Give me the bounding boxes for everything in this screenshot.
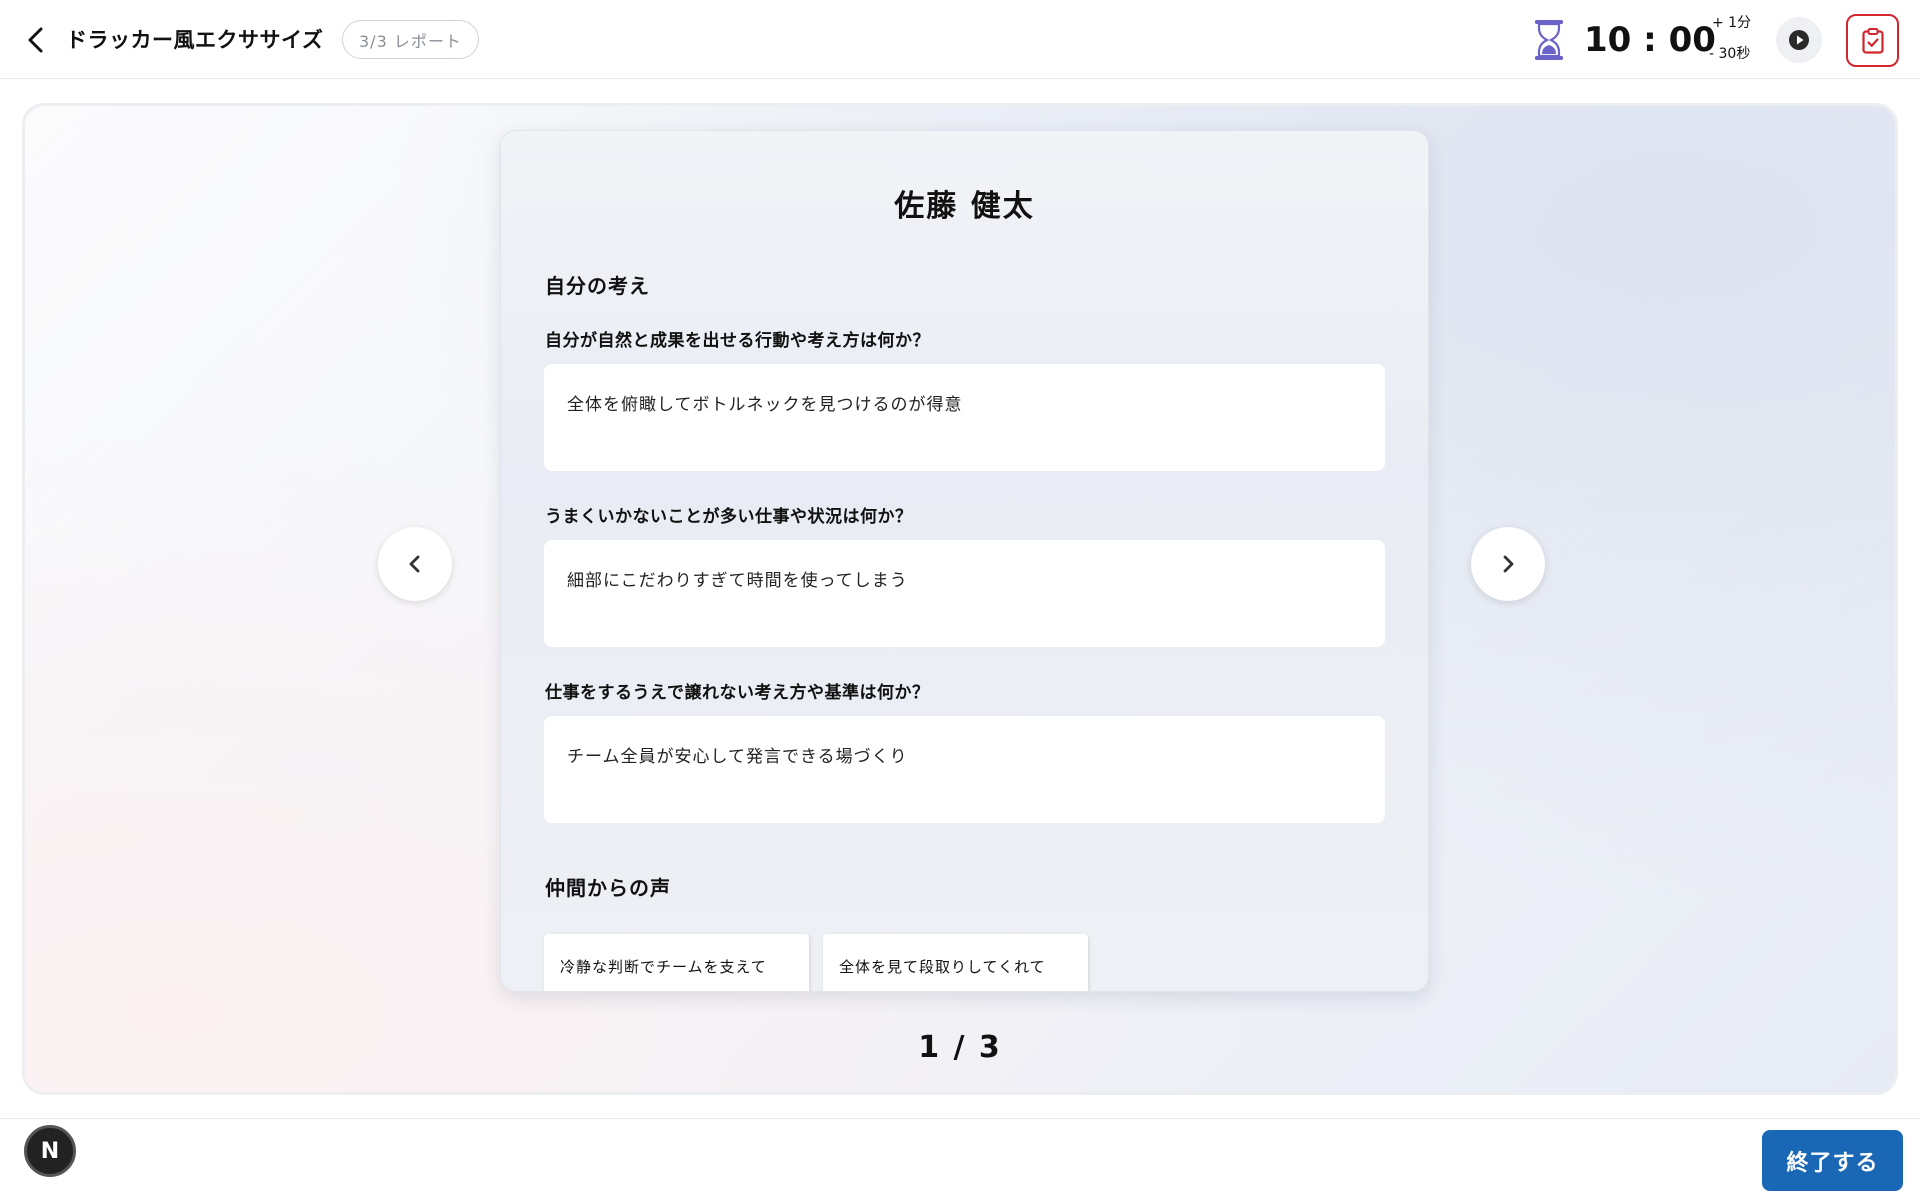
subtract-time-button[interactable]: - 30秒 xyxy=(1709,43,1750,63)
peer-section-heading: 仲間からの声 xyxy=(545,876,671,900)
report-button[interactable] xyxy=(1846,14,1899,67)
hourglass-icon xyxy=(1535,20,1563,60)
report-card[interactable]: 佐藤 健太 自分の考え 自分が自然と成果を出せる行動や考え方は何か？ 全体を俯瞰… xyxy=(500,130,1429,992)
timer-display: 10 : 00 xyxy=(1584,20,1716,60)
chevron-left-icon xyxy=(28,27,43,53)
answer-box: 細部にこだわりすぎて時間を使ってしまう xyxy=(544,540,1385,647)
peer-voice-card: 冷静な判断でチームを支えて xyxy=(544,934,809,991)
finish-button[interactable]: 終了する xyxy=(1762,1130,1903,1191)
answer-box: 全体を俯瞰してボトルネックを見つけるのが得意 xyxy=(544,364,1385,471)
add-time-button[interactable]: + 1分 xyxy=(1712,12,1751,32)
dev-tools-badge[interactable]: N xyxy=(24,1125,76,1177)
question-label: 仕事をするうえで譲れない考え方や基準は何か？ xyxy=(545,683,930,703)
play-button[interactable] xyxy=(1776,17,1822,63)
member-name: 佐藤 健太 xyxy=(894,189,1035,224)
self-section-heading: 自分の考え xyxy=(545,274,650,298)
next-card-button[interactable] xyxy=(1471,527,1545,601)
bottom-bar: N 終了する xyxy=(0,1118,1920,1200)
question-label: うまくいかないことが多い仕事や状況は何か？ xyxy=(545,507,913,527)
previous-card-button[interactable] xyxy=(378,527,452,601)
time-adjust-controls: + 1分 - 30秒 xyxy=(1706,10,1766,70)
top-bar: ドラッカー風エクササイズ 3/3 レポート 10 : 00 + 1分 - 30秒 xyxy=(0,0,1920,79)
page-title: ドラッカー風エクササイズ xyxy=(66,28,324,52)
chevron-left-icon xyxy=(409,555,420,573)
question-label: 自分が自然と成果を出せる行動や考え方は何か？ xyxy=(545,331,930,351)
clipboard-check-icon xyxy=(1861,27,1884,54)
peer-voice-card: 全体を見て段取りしてくれて xyxy=(823,934,1088,991)
chevron-right-icon xyxy=(1503,555,1514,573)
page-indicator: 1 / 3 xyxy=(918,1030,1002,1065)
play-icon xyxy=(1789,30,1809,50)
progress-badge: 3/3 レポート xyxy=(342,20,479,59)
answer-box: チーム全員が安心して発言できる場づくり xyxy=(544,716,1385,823)
back-button[interactable] xyxy=(16,20,56,60)
report-stage: 佐藤 健太 自分の考え 自分が自然と成果を出せる行動や考え方は何か？ 全体を俯瞰… xyxy=(22,103,1898,1095)
